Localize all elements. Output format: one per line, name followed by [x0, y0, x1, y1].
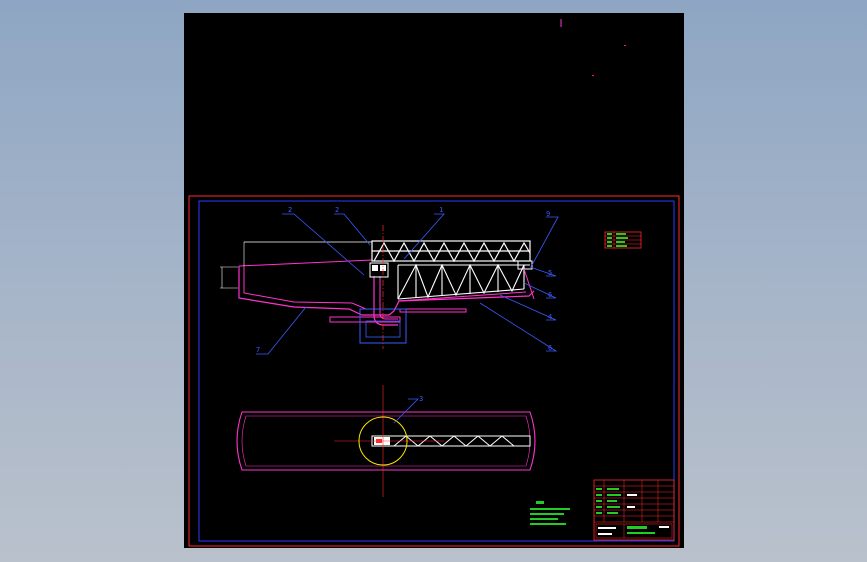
- part-label: 5: [548, 269, 552, 277]
- section-view: [220, 225, 535, 349]
- drawing-sheet: 2 2 1 9 5 6 4 6 7 3: [184, 13, 684, 548]
- part-label: 9: [546, 210, 550, 218]
- cad-drawing: 2 2 1 9 5 6 4 6 7 3: [188, 19, 680, 547]
- part-label: 4: [548, 313, 552, 321]
- detail-label: 3: [419, 395, 423, 403]
- part-leaders: [256, 213, 559, 355]
- component-table: [604, 231, 642, 249]
- part-label: 7: [256, 346, 260, 354]
- bridge-truss: [371, 240, 531, 263]
- part-label: 1: [439, 206, 443, 214]
- central-pipe: [373, 276, 398, 326]
- part-label: 2: [288, 206, 292, 214]
- plan-view: 3: [236, 385, 536, 497]
- model-mark: [624, 45, 626, 46]
- part-label: 6: [548, 344, 552, 352]
- part-label: 6: [548, 291, 552, 299]
- outer-frame: [188, 195, 680, 547]
- model-mark: [592, 75, 594, 76]
- vessel-outline: [238, 266, 535, 316]
- inner-border: [198, 200, 675, 542]
- title-block: [593, 479, 675, 541]
- scraper-arm: [397, 263, 530, 300]
- outlet-pipe-right: [399, 308, 467, 313]
- drive-motor: [372, 265, 378, 271]
- technical-notes: [530, 501, 570, 525]
- part-label: 2: [335, 206, 339, 214]
- detail-leader: [393, 398, 419, 424]
